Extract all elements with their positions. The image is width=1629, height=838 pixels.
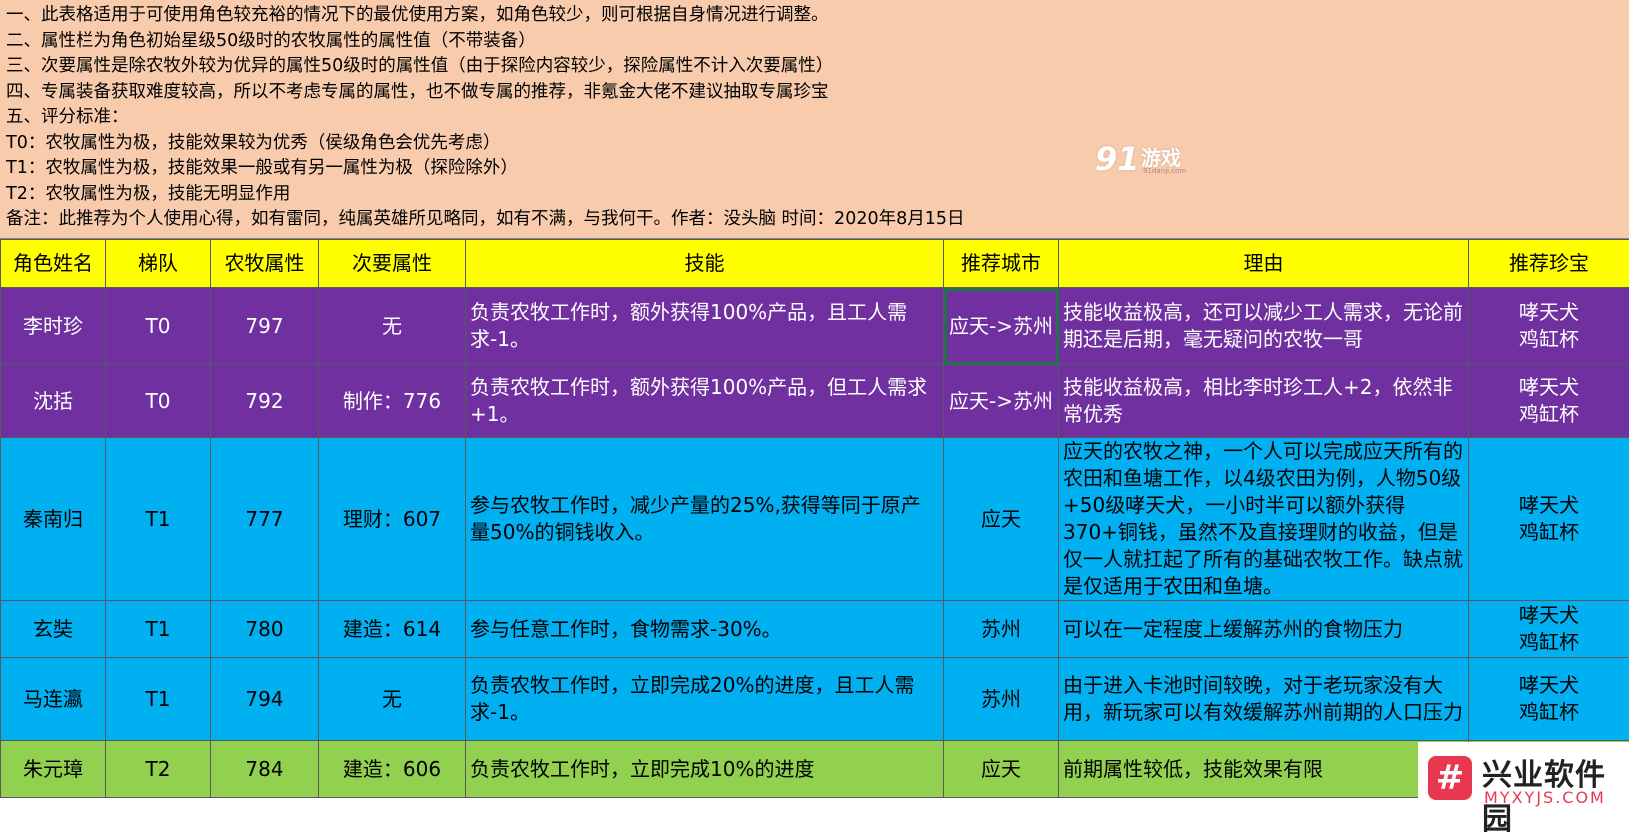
cell-name[interactable]: 马连瀛 — [1, 658, 106, 741]
cell-city-selected[interactable]: 应天->苏州 — [944, 288, 1059, 365]
note-line: T2：农牧属性为极，技能无明显作用 — [6, 182, 1623, 208]
cell-farm[interactable]: 794 — [211, 658, 319, 741]
cell-city[interactable]: 苏州 — [944, 658, 1059, 741]
header-cell-skill[interactable]: 技能 — [466, 240, 944, 288]
cell-tier[interactable]: T1 — [106, 438, 211, 601]
cell-city[interactable]: 苏州 — [944, 601, 1059, 658]
treasure-line: 哮天犬 — [1473, 299, 1625, 326]
note-line: 四、专属装备获取难度较高，所以不考虑专属的属性，也不做专属的推荐，非氪金大佬不建… — [6, 80, 1623, 106]
cell-skill[interactable]: 参与农牧工作时，减少产量的25%,获得等同于原产量50%的铜钱收入。 — [466, 438, 944, 601]
watermark-91-logo: 91 游戏 91danji.com — [1095, 138, 1203, 182]
header-cell-treasure[interactable]: 推荐珍宝 — [1469, 240, 1629, 288]
cell-skill[interactable]: 负责农牧工作时，立即完成10%的进度 — [466, 741, 944, 798]
cell-name[interactable]: 沈括 — [1, 365, 106, 438]
header-cell-reason[interactable]: 理由 — [1059, 240, 1469, 288]
hash-logo-icon: # — [1428, 756, 1472, 800]
cell-farm[interactable]: 792 — [211, 365, 319, 438]
cell-skill[interactable]: 负责农牧工作时，额外获得100%产品，且工人需求-1。 — [466, 288, 944, 365]
cell-secondary[interactable]: 建造：614 — [319, 601, 466, 658]
cell-name[interactable]: 秦南归 — [1, 438, 106, 601]
treasure-line: 哮天犬 — [1473, 672, 1625, 699]
table-row: 李时珍 T0 797 无 负责农牧工作时，额外获得100%产品，且工人需求-1。… — [1, 288, 1629, 365]
header-cell-farm[interactable]: 农牧属性 — [211, 240, 319, 288]
notes-panel: 一、此表格适用于可使用角色较充裕的情况下的最优使用方案，如角色较少，则可根据自身… — [0, 0, 1629, 239]
cell-treasure[interactable]: 哮天犬鸡缸杯 — [1469, 288, 1629, 365]
header-row: 角色姓名 梯队 农牧属性 次要属性 技能 推荐城市 理由 推荐珍宝 — [1, 240, 1629, 288]
note-line: 一、此表格适用于可使用角色较充裕的情况下的最优使用方案，如角色较少，则可根据自身… — [6, 3, 1623, 29]
header-cell-name[interactable]: 角色姓名 — [1, 240, 106, 288]
cell-skill[interactable]: 负责农牧工作时，立即完成20%的进度，且工人需求-1。 — [466, 658, 944, 741]
treasure-line: 鸡缸杯 — [1473, 699, 1625, 726]
cell-reason[interactable]: 可以在一定程度上缓解苏州的食物压力 — [1059, 601, 1469, 658]
cell-secondary[interactable]: 理财：607 — [319, 438, 466, 601]
cell-name[interactable]: 朱元璋 — [1, 741, 106, 798]
cell-tier[interactable]: T1 — [106, 658, 211, 741]
cell-reason[interactable]: 前期属性较低，技能效果有限 — [1059, 741, 1469, 798]
watermark-91-url: 91danji.com — [1143, 167, 1186, 175]
cell-tier[interactable]: T0 — [106, 288, 211, 365]
cell-reason[interactable]: 由于进入卡池时间较晚，对于老玩家没有大用，新玩家可以有效缓解苏州前期的人口压力 — [1059, 658, 1469, 741]
treasure-line: 鸡缸杯 — [1473, 629, 1625, 656]
cell-skill[interactable]: 负责农牧工作时，额外获得100%产品，但工人需求+1。 — [466, 365, 944, 438]
table-row: 玄奘 T1 780 建造：614 参与任意工作时，食物需求-30%。 苏州 可以… — [1, 601, 1629, 658]
cell-reason[interactable]: 技能收益极高，相比李时珍工人+2，依然非常优秀 — [1059, 365, 1469, 438]
cell-tier[interactable]: T1 — [106, 601, 211, 658]
table-row: 沈括 T0 792 制作：776 负责农牧工作时，额外获得100%产品，但工人需… — [1, 365, 1629, 438]
treasure-line: 鸡缸杯 — [1473, 401, 1625, 428]
cell-treasure[interactable]: 哮天犬鸡缸杯 — [1469, 658, 1629, 741]
cell-city[interactable]: 应天 — [944, 741, 1059, 798]
table-row: 秦南归 T1 777 理财：607 参与农牧工作时，减少产量的25%,获得等同于… — [1, 438, 1629, 601]
cell-skill[interactable]: 参与任意工作时，食物需求-30%。 — [466, 601, 944, 658]
watermark-xingye-logo: # 兴业软件园 MYXYJS.COM — [1418, 742, 1629, 816]
cell-farm[interactable]: 780 — [211, 601, 319, 658]
header-cell-city[interactable]: 推荐城市 — [944, 240, 1059, 288]
watermark-91-number: 91 — [1095, 140, 1140, 178]
header-cell-tier[interactable]: 梯队 — [106, 240, 211, 288]
cell-name[interactable]: 玄奘 — [1, 601, 106, 658]
note-line: 五、评分标准： — [6, 105, 1623, 131]
note-line: T1：农牧属性为极，技能效果一般或有另一属性为极（探险除外） — [6, 156, 1623, 182]
treasure-line: 哮天犬 — [1473, 602, 1625, 629]
cell-treasure[interactable]: 哮天犬鸡缸杯 — [1469, 365, 1629, 438]
cell-farm[interactable]: 784 — [211, 741, 319, 798]
treasure-line: 鸡缸杯 — [1473, 326, 1625, 353]
cell-tier[interactable]: T2 — [106, 741, 211, 798]
note-line: 三、次要属性是除农牧外较为优异的属性50级时的属性值（由于探险内容较少，探险属性… — [6, 54, 1623, 80]
watermark-site-domain: MYXYJS.COM — [1484, 788, 1606, 807]
header-cell-secondary[interactable]: 次要属性 — [319, 240, 466, 288]
cell-city[interactable]: 应天->苏州 — [944, 365, 1059, 438]
cell-secondary[interactable]: 建造：606 — [319, 741, 466, 798]
cell-secondary[interactable]: 无 — [319, 658, 466, 741]
cell-secondary[interactable]: 制作：776 — [319, 365, 466, 438]
cell-treasure[interactable]: 哮天犬鸡缸杯 — [1469, 601, 1629, 658]
note-line: 二、属性栏为角色初始星级50级时的农牧属性的属性值（不带装备） — [6, 29, 1623, 55]
cell-tier[interactable]: T0 — [106, 365, 211, 438]
cell-treasure[interactable]: 哮天犬鸡缸杯 — [1469, 438, 1629, 601]
table-row: 朱元璋 T2 784 建造：606 负责农牧工作时，立即完成10%的进度 应天 … — [1, 741, 1629, 798]
note-line: T0：农牧属性为极，技能效果较为优秀（侯级角色会优先考虑） — [6, 131, 1623, 157]
cell-city[interactable]: 应天 — [944, 438, 1059, 601]
cell-secondary[interactable]: 无 — [319, 288, 466, 365]
treasure-line: 哮天犬 — [1473, 492, 1625, 519]
treasure-line: 哮天犬 — [1473, 374, 1625, 401]
cell-farm[interactable]: 797 — [211, 288, 319, 365]
cell-name[interactable]: 李时珍 — [1, 288, 106, 365]
character-table: 角色姓名 梯队 农牧属性 次要属性 技能 推荐城市 理由 推荐珍宝 李时珍 T0… — [0, 239, 1629, 798]
cell-reason[interactable]: 技能收益极高，还可以减少工人需求，无论前期还是后期，毫无疑问的农牧一哥 — [1059, 288, 1469, 365]
cell-farm[interactable]: 777 — [211, 438, 319, 601]
treasure-line: 鸡缸杯 — [1473, 519, 1625, 546]
note-line: 备注：此推荐为个人使用心得，如有雷同，纯属英雄所见略同，如有不满，与我何干。作者… — [6, 207, 1623, 233]
table-row: 马连瀛 T1 794 无 负责农牧工作时，立即完成20%的进度，且工人需求-1。… — [1, 658, 1629, 741]
cell-reason[interactable]: 应天的农牧之神，一个人可以完成应天所有的农田和鱼塘工作，以4级农田为例，人物50… — [1059, 438, 1469, 601]
